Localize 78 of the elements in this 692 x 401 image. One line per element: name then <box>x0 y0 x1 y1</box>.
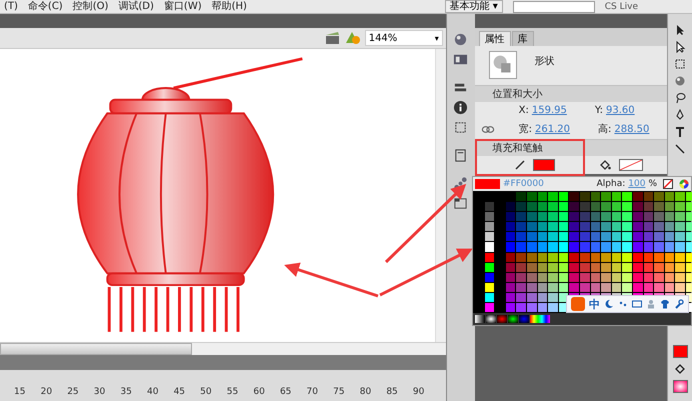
link-icon[interactable] <box>480 124 495 134</box>
frame-number: 20 <box>40 387 54 397</box>
components-icon[interactable] <box>453 196 468 211</box>
paint-bucket-tool-icon[interactable] <box>674 363 686 375</box>
y-value[interactable]: 93.60 <box>606 105 635 116</box>
x-label: X: <box>518 105 529 116</box>
shape-icon <box>488 51 517 79</box>
frame-number: 35 <box>120 387 133 397</box>
stroke-color-swatch[interactable] <box>532 159 555 171</box>
transform-tool-icon[interactable] <box>674 58 686 70</box>
keyboard-icon[interactable] <box>632 299 642 309</box>
frame-number: 60 <box>253 387 266 397</box>
color-swatch-grid[interactable] <box>473 191 691 314</box>
section-header[interactable]: 填充和笔触 <box>474 139 668 156</box>
subselection-tool-icon[interactable] <box>674 41 686 53</box>
selection-tool-icon[interactable] <box>674 24 686 36</box>
alpha-label: Alpha: <box>596 179 626 189</box>
panel-tab[interactable]: 库 <box>512 31 534 46</box>
x-value[interactable]: 159.95 <box>532 105 567 116</box>
menu-item[interactable]: (T) <box>4 0 18 12</box>
height-value[interactable]: 288.50 <box>614 124 650 134</box>
frame-number: 85 <box>386 387 399 397</box>
clapper-icon[interactable] <box>324 31 341 45</box>
ime-mode-toggle[interactable]: 中 <box>589 296 600 312</box>
current-color-swatch <box>475 179 500 189</box>
menu-item[interactable]: 命令(C) <box>28 0 63 12</box>
frame-number: 90 <box>412 387 426 397</box>
gradient-swatches[interactable] <box>473 313 691 326</box>
zoom-dropdown[interactable]: 144% ▾ <box>364 30 443 46</box>
color-wheel-icon[interactable] <box>679 179 689 189</box>
info-icon[interactable] <box>453 100 468 115</box>
ime-logo-icon[interactable] <box>571 297 585 311</box>
pencil-icon <box>514 160 525 170</box>
cs-live-link[interactable]: CS Live <box>604 2 638 12</box>
frame-number: 80 <box>360 387 372 397</box>
fill-color-swatch[interactable] <box>618 159 643 171</box>
grid-icon[interactable] <box>453 52 468 67</box>
menu-item[interactable]: 控制(O) <box>72 0 108 12</box>
wrench-icon[interactable] <box>674 299 684 309</box>
fill-color-tool[interactable] <box>672 380 688 393</box>
frame-number: 50 <box>200 387 213 397</box>
line-tool-icon[interactable] <box>674 143 686 155</box>
section-header[interactable]: 位置和大小 <box>474 85 668 102</box>
width-label: 宽: <box>518 122 532 136</box>
lasso-tool-icon[interactable] <box>674 92 686 104</box>
transform-icon[interactable] <box>453 120 468 135</box>
frame-number: 40 <box>146 387 160 397</box>
frame-number: 55 <box>226 387 240 397</box>
horizontal-scrollbar[interactable] <box>0 342 446 355</box>
stroke-color-tool[interactable] <box>672 345 688 358</box>
paint-bucket-icon <box>598 159 611 171</box>
text-tool-icon[interactable] <box>674 126 686 138</box>
percent-sign: % <box>648 179 657 189</box>
y-label: Y: <box>594 105 604 116</box>
pen-tool-icon[interactable] <box>674 109 686 121</box>
frame-number: 25 <box>67 387 80 397</box>
frame-number: 15 <box>14 387 26 397</box>
frame-number: 65 <box>280 387 292 397</box>
object-type-label: 形状 <box>534 54 555 68</box>
menu-item[interactable]: 帮助(H) <box>212 0 247 12</box>
no-color-icon[interactable] <box>663 179 673 189</box>
frame-number: 30 <box>94 387 106 397</box>
frame-number: 75 <box>333 387 346 397</box>
shirt-icon[interactable] <box>660 299 670 309</box>
menu-item[interactable]: 调试(D) <box>118 0 154 12</box>
vertical-scrollbar[interactable] <box>434 49 446 342</box>
height-label: 高: <box>598 122 612 136</box>
panel-tab[interactable]: 属性 <box>478 31 511 46</box>
menu-item[interactable]: 窗口(W) <box>164 0 202 12</box>
workspace-dropdown[interactable]: 基本功能 ▾ <box>444 0 503 13</box>
frame-number: 45 <box>174 387 186 397</box>
dots-icon[interactable] <box>618 299 628 309</box>
sphere-tool-icon[interactable] <box>674 75 686 87</box>
width-value[interactable]: 261.20 <box>535 124 570 134</box>
moon-icon[interactable] <box>604 299 614 309</box>
library-icon[interactable] <box>453 148 468 163</box>
frame-number: 70 <box>306 387 319 397</box>
search-field[interactable] <box>512 0 595 12</box>
